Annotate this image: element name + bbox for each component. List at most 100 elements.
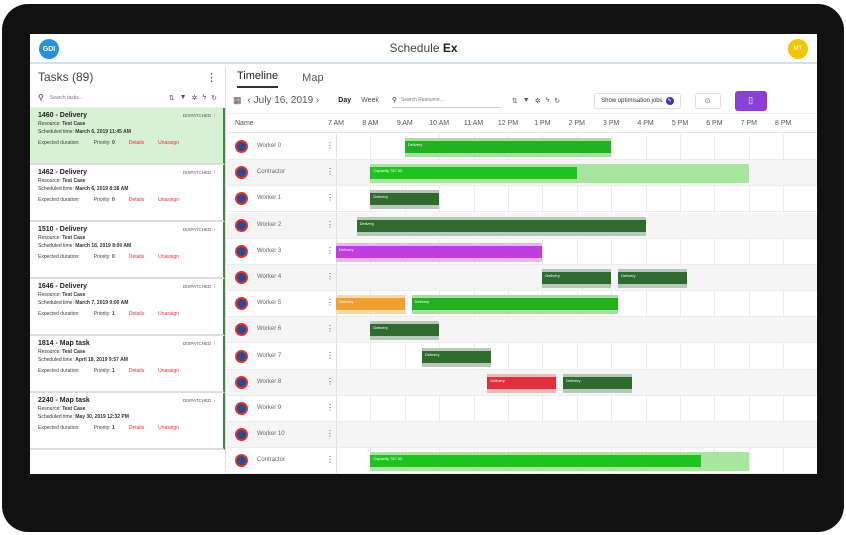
play-button[interactable]: ⊙ <box>694 92 721 109</box>
job-bar[interactable]: Delivery <box>336 245 543 258</box>
show-optimisation-jobs-button[interactable]: Show optimisation jobs ✎ <box>594 92 681 109</box>
status-label: DISPATCHED <box>182 170 212 175</box>
more-vert-icon[interactable]: ⋮ <box>326 403 334 412</box>
details-link[interactable]: Details <box>129 425 144 431</box>
time-label: Scheduled time: <box>38 243 74 249</box>
more-vert-icon[interactable]: ⋮ <box>326 298 334 307</box>
details-link[interactable]: Details <box>129 254 144 260</box>
chevron-left-icon[interactable]: ‹ <box>248 95 251 106</box>
more-vert-icon[interactable]: ⋮ <box>326 272 334 281</box>
more-vert-icon[interactable]: ⋮ <box>326 377 334 386</box>
chevron-right-icon[interactable]: › <box>316 95 319 106</box>
user-avatar[interactable]: MT <box>788 39 808 59</box>
resource-name[interactable]: Worker 0 <box>257 143 281 149</box>
hour-label: 2 PM <box>568 120 585 127</box>
more-vert-icon[interactable]: ⋮ <box>326 167 334 176</box>
resource-name[interactable]: Worker 7 <box>257 353 281 359</box>
task-status[interactable]: DISPATCHED ⋮ <box>183 398 217 404</box>
details-link[interactable]: Details <box>129 140 144 146</box>
task-card[interactable]: 1462 - Delivery DISPATCHED ⋮ Resource: Tes… <box>30 165 225 222</box>
sort-icon[interactable]: ⇅ <box>512 97 518 105</box>
publish-button[interactable]: ▯ <box>734 90 767 111</box>
filter-icon[interactable]: ▼ <box>523 97 530 105</box>
job-bar[interactable]: Capacity 767.00 <box>370 455 701 468</box>
scheduler-toolbar: ▦ ‹ July 16, 2019 › Day Week ⚲ ⇅ ▼ ✲ ϟ <box>227 88 817 114</box>
tab-timeline[interactable]: Timeline <box>237 70 279 88</box>
sort-icon[interactable]: ⇅ <box>169 94 175 102</box>
job-bar[interactable]: Delivery <box>356 219 646 232</box>
job-bar[interactable]: Capacity 767.00 <box>370 167 577 180</box>
unassign-link[interactable]: Unassign <box>158 140 179 146</box>
week-toggle[interactable]: Week <box>356 94 384 107</box>
more-vert-icon[interactable]: ⋮ <box>326 220 334 229</box>
resource-name[interactable]: Worker 3 <box>257 248 281 254</box>
more-vert-icon[interactable]: ⋮ <box>326 324 334 333</box>
task-card[interactable]: 2240 - Map task DISPATCHED ⋮ Resource: Tes… <box>30 393 225 450</box>
job-bar[interactable]: Delivery <box>370 324 440 337</box>
more-vert-icon[interactable]: ⋮ <box>326 246 334 255</box>
resource-search-input[interactable] <box>401 97 482 103</box>
more-vert-icon[interactable]: ⋮ <box>206 71 217 84</box>
task-status[interactable]: DISPATCHED ⋮ <box>183 170 217 176</box>
task-status[interactable]: DISPATCHED ⋮ <box>183 113 217 119</box>
app-title: Schedule Ex <box>389 41 457 55</box>
refresh-icon[interactable]: ↻ <box>554 97 560 105</box>
details-link[interactable]: Details <box>129 311 144 317</box>
task-status[interactable]: DISPATCHED ⋮ <box>183 284 217 290</box>
tasks-search-input[interactable] <box>49 94 130 101</box>
bolt-icon[interactable]: ϟ <box>546 97 550 105</box>
resource-name[interactable]: Worker 8 <box>257 379 281 385</box>
job-bar[interactable]: Delivery <box>336 298 405 311</box>
resource-name[interactable]: Worker 4 <box>257 274 281 280</box>
task-card[interactable]: 1814 - Map task DISPATCHED ⋮ Resource: Tes… <box>30 336 225 393</box>
task-card[interactable]: 1510 - Delivery DISPATCHED ⋮ Resource: Tes… <box>30 222 225 279</box>
tab-map[interactable]: Map <box>302 72 323 88</box>
resource-avatar <box>235 166 248 180</box>
job-bar[interactable]: Delivery <box>563 376 632 389</box>
job-bar[interactable]: Delivery <box>542 272 612 284</box>
resource-name[interactable]: Worker 10 <box>257 431 285 437</box>
job-bar[interactable]: Delivery <box>370 193 440 206</box>
task-card[interactable]: 1646 - Delivery DISPATCHED ⋮ Resource: Tes… <box>30 279 225 336</box>
resource-name[interactable]: Worker 1 <box>257 195 281 201</box>
unassign-link[interactable]: Unassign <box>158 368 179 374</box>
details-link[interactable]: Details <box>129 368 144 374</box>
resource-name[interactable]: Worker 9 <box>257 405 281 411</box>
task-card[interactable]: 1460 - Delivery DISPATCHED ⋮ Resource: Tes… <box>30 108 225 165</box>
filter-icon[interactable]: ▼ <box>180 94 187 102</box>
unassign-link[interactable]: Unassign <box>158 197 179 203</box>
job-bar[interactable]: Delivery <box>487 376 557 389</box>
refresh-icon[interactable]: ↻ <box>211 94 217 102</box>
details-link[interactable]: Details <box>129 197 144 203</box>
search-icon: ⚲ <box>391 97 398 104</box>
resource-name[interactable]: Contractor <box>257 457 285 463</box>
job-bar[interactable]: Delivery <box>422 350 491 363</box>
unassign-link[interactable]: Unassign <box>158 311 179 317</box>
more-vert-icon[interactable]: ⋮ <box>326 141 334 150</box>
more-vert-icon[interactable]: ⋮ <box>326 351 334 360</box>
lane-divider <box>336 265 337 290</box>
resource-name[interactable]: Contractor <box>257 169 285 175</box>
resource-name[interactable]: Worker 6 <box>257 326 281 332</box>
unassign-link[interactable]: Unassign <box>158 425 179 431</box>
more-vert-icon[interactable]: ⋮ <box>326 455 334 464</box>
day-toggle[interactable]: Day <box>333 94 356 107</box>
unassign-link[interactable]: Unassign <box>158 254 179 260</box>
settings-icon[interactable]: ✲ <box>535 97 541 105</box>
task-status[interactable]: DISPATCHED ⋮ <box>183 341 217 347</box>
current-date: July 16, 2019 <box>253 95 314 106</box>
task-status[interactable]: DISPATCHED ⋮ <box>183 227 217 233</box>
job-bar[interactable]: Delivery <box>411 298 619 311</box>
job-bar[interactable]: Delivery <box>404 141 612 153</box>
date-navigator[interactable]: ‹ July 16, 2019 › <box>248 95 320 106</box>
settings-icon[interactable]: ✲ <box>192 94 198 102</box>
more-vert-icon[interactable]: ⋮ <box>326 429 334 438</box>
tasks-header: Tasks (89) ⋮ <box>30 66 225 88</box>
priority-value: 0 <box>112 197 115 203</box>
calendar-icon[interactable]: ▦ <box>233 95 242 106</box>
resource-name[interactable]: Worker 2 <box>257 222 281 228</box>
more-vert-icon[interactable]: ⋮ <box>326 193 334 202</box>
resource-name[interactable]: Worker 5 <box>257 300 281 306</box>
job-bar[interactable]: Delivery <box>618 272 687 284</box>
bolt-icon[interactable]: ϟ <box>202 94 206 102</box>
